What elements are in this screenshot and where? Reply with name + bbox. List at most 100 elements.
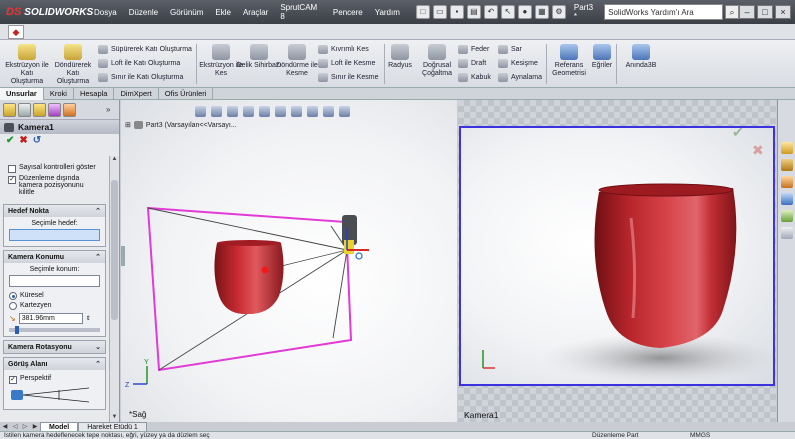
- menu-view[interactable]: Görünüm: [164, 8, 209, 17]
- tabs-expand-icon[interactable]: »: [106, 103, 116, 117]
- new-file-icon[interactable]: □: [415, 5, 430, 19]
- tab-dimxpert[interactable]: DimXpert: [114, 88, 159, 100]
- maximize-icon[interactable]: □: [757, 5, 773, 19]
- scroll-up-icon[interactable]: ▲: [110, 156, 119, 164]
- menu-file[interactable]: Dosya: [88, 8, 123, 17]
- cartesian-radio[interactable]: [9, 302, 17, 310]
- menu-help[interactable]: Yardım: [369, 8, 406, 17]
- cup-model[interactable]: [214, 243, 284, 314]
- cancel-x-icon[interactable]: ✖: [19, 135, 27, 146]
- save-icon[interactable]: ▪: [449, 5, 464, 19]
- prev-tab-icon[interactable]: ◁: [10, 423, 20, 430]
- menu-sprutcam[interactable]: SprutCAM 8: [274, 3, 327, 21]
- distance-slider[interactable]: [9, 326, 100, 334]
- menu-tools[interactable]: Araçlar: [237, 8, 274, 17]
- tab-model[interactable]: Model: [40, 422, 79, 431]
- distance-input[interactable]: 381.96mm: [18, 313, 83, 324]
- linear-pattern-button[interactable]: Doğrusal Çoğaltma: [414, 44, 460, 78]
- cancel-x-icon[interactable]: ✖: [752, 142, 764, 159]
- camera-handle[interactable]: [344, 240, 354, 254]
- help-search-input[interactable]: SolidWorks Yardım'ı Ara: [604, 4, 724, 20]
- search-icon[interactable]: ⌕: [725, 5, 739, 19]
- loft-boss-button[interactable]: Loft ile Katı Oluşturma: [98, 59, 180, 68]
- position-selection-field[interactable]: [9, 275, 100, 287]
- camera-move-handle[interactable]: [355, 252, 363, 260]
- first-tab-icon[interactable]: ◀: [0, 423, 10, 430]
- menu-edit[interactable]: Düzenle: [123, 8, 164, 17]
- part-document-icon[interactable]: ◆: [8, 25, 24, 39]
- swept-cut-button[interactable]: Kıvrımlı Kes: [318, 45, 369, 54]
- rib-button[interactable]: Feder: [458, 45, 489, 54]
- draft-button[interactable]: Draft: [458, 59, 486, 68]
- menu-insert[interactable]: Ekle: [209, 8, 237, 17]
- solidworks-resources-icon[interactable]: [780, 142, 793, 154]
- menu-window[interactable]: Pencere: [327, 8, 369, 17]
- print-icon[interactable]: ▤: [466, 5, 481, 19]
- graphics-area-left[interactable]: ⊞ Part3 (Varsayılan<<Varsayı... Y Z *Sağ: [121, 100, 457, 422]
- select-arrow-icon[interactable]: ↖: [500, 5, 515, 19]
- rebuild-icon[interactable]: ●: [517, 5, 532, 19]
- extrude-boss-button[interactable]: Ekstrüzyon ile Katı Oluşturma: [4, 44, 50, 86]
- numeric-controls-row[interactable]: Sayısal kontrolleri göster: [8, 164, 101, 173]
- perspective-row[interactable]: ✓ Perspektif: [9, 375, 100, 384]
- scroll-down-icon[interactable]: ▼: [110, 414, 119, 422]
- custom-properties-icon[interactable]: [780, 227, 793, 239]
- feature-manager-icon[interactable]: [3, 103, 16, 117]
- undo-icon[interactable]: ↶: [483, 5, 498, 19]
- display-manager-icon[interactable]: [63, 103, 76, 117]
- intersect-button[interactable]: Kesişme: [498, 59, 538, 68]
- field-of-view-header[interactable]: Görüş Alanı ⌃: [4, 358, 105, 370]
- tab-office-products[interactable]: Ofis Ürünleri: [159, 88, 214, 100]
- design-library-icon[interactable]: [780, 159, 793, 171]
- shell-button[interactable]: Kabuk: [458, 73, 491, 82]
- mirror-button[interactable]: Aynalama: [498, 73, 542, 82]
- camera-target-point[interactable]: [261, 266, 269, 274]
- instant3d-button[interactable]: Anında3B: [618, 44, 664, 70]
- minimize-icon[interactable]: –: [739, 5, 755, 19]
- tab-motion-study[interactable]: Hareket Etüdü 1: [78, 422, 147, 431]
- target-point-header[interactable]: Hedef Nokta ⌃: [4, 205, 105, 217]
- tab-sketch[interactable]: Kroki: [44, 88, 74, 100]
- spherical-radio[interactable]: [9, 292, 17, 300]
- cartesian-row[interactable]: Kartezyen: [9, 302, 100, 310]
- curves-button[interactable]: Eğriler: [584, 44, 620, 70]
- pm-scrollbar[interactable]: ▲ ▼: [109, 156, 119, 422]
- scrollbar-thumb[interactable]: [111, 180, 118, 320]
- view-palette-icon[interactable]: [780, 193, 793, 205]
- dimxpert-manager-icon[interactable]: [48, 103, 61, 117]
- graphics-area-camera[interactable]: ✔ ✖ Kamera1: [458, 100, 776, 422]
- tab-features[interactable]: Unsurlar: [0, 88, 44, 100]
- next-tab-icon[interactable]: ▷: [20, 423, 30, 430]
- close-icon[interactable]: ×: [775, 5, 791, 19]
- revolve-cut-button[interactable]: Döndürme ile Kesme: [274, 44, 320, 78]
- target-selection-field[interactable]: [9, 229, 100, 241]
- file-properties-icon[interactable]: ▦: [534, 5, 549, 19]
- expand-icon[interactable]: ⌄: [95, 343, 101, 351]
- collapse-icon[interactable]: ⌃: [95, 360, 101, 368]
- camera-position-header[interactable]: Kamera Konumu ⌃: [4, 251, 105, 263]
- last-tab-icon[interactable]: ▶: [30, 423, 40, 430]
- ok-check-icon[interactable]: ✔: [6, 135, 14, 146]
- loft-cut-button[interactable]: Loft ile Kesme: [318, 59, 375, 68]
- solidworks-logo[interactable]: DS SOLIDWORKS: [0, 0, 93, 24]
- sweep-boss-button[interactable]: Süpürerek Katı Oluşturma: [98, 45, 192, 54]
- slider-thumb[interactable]: [15, 326, 19, 334]
- lock-camera-checkbox[interactable]: ✓: [8, 176, 16, 184]
- options-gear-icon[interactable]: ⚙: [551, 5, 566, 19]
- tab-evaluate[interactable]: Hesapla: [74, 88, 115, 100]
- lock-camera-row[interactable]: ✓ Düzenleme dışında kamera pozisyonunu k…: [8, 175, 101, 196]
- collapse-icon[interactable]: ⌃: [95, 207, 101, 215]
- fillet-button[interactable]: Radyus: [382, 44, 418, 70]
- numeric-controls-checkbox[interactable]: [8, 165, 16, 173]
- status-units[interactable]: MMGS: [690, 432, 710, 439]
- collapse-icon[interactable]: ⌃: [95, 253, 101, 261]
- spin-arrows-icon[interactable]: ⇕: [86, 315, 91, 322]
- perspective-checkbox[interactable]: ✓: [9, 376, 17, 384]
- undo-arrow-icon[interactable]: ↺: [33, 135, 41, 146]
- camera-rotation-header[interactable]: Kamera Rotasyonu ⌄: [4, 341, 105, 353]
- boundary-boss-button[interactable]: Sınır ile Katı Oluşturma: [98, 73, 183, 82]
- appearances-icon[interactable]: [780, 210, 793, 222]
- confirm-check-icon[interactable]: ✔: [732, 124, 744, 141]
- revolve-boss-button[interactable]: Döndürerek Katı Oluşturma: [50, 44, 96, 86]
- configuration-manager-icon[interactable]: [33, 103, 46, 117]
